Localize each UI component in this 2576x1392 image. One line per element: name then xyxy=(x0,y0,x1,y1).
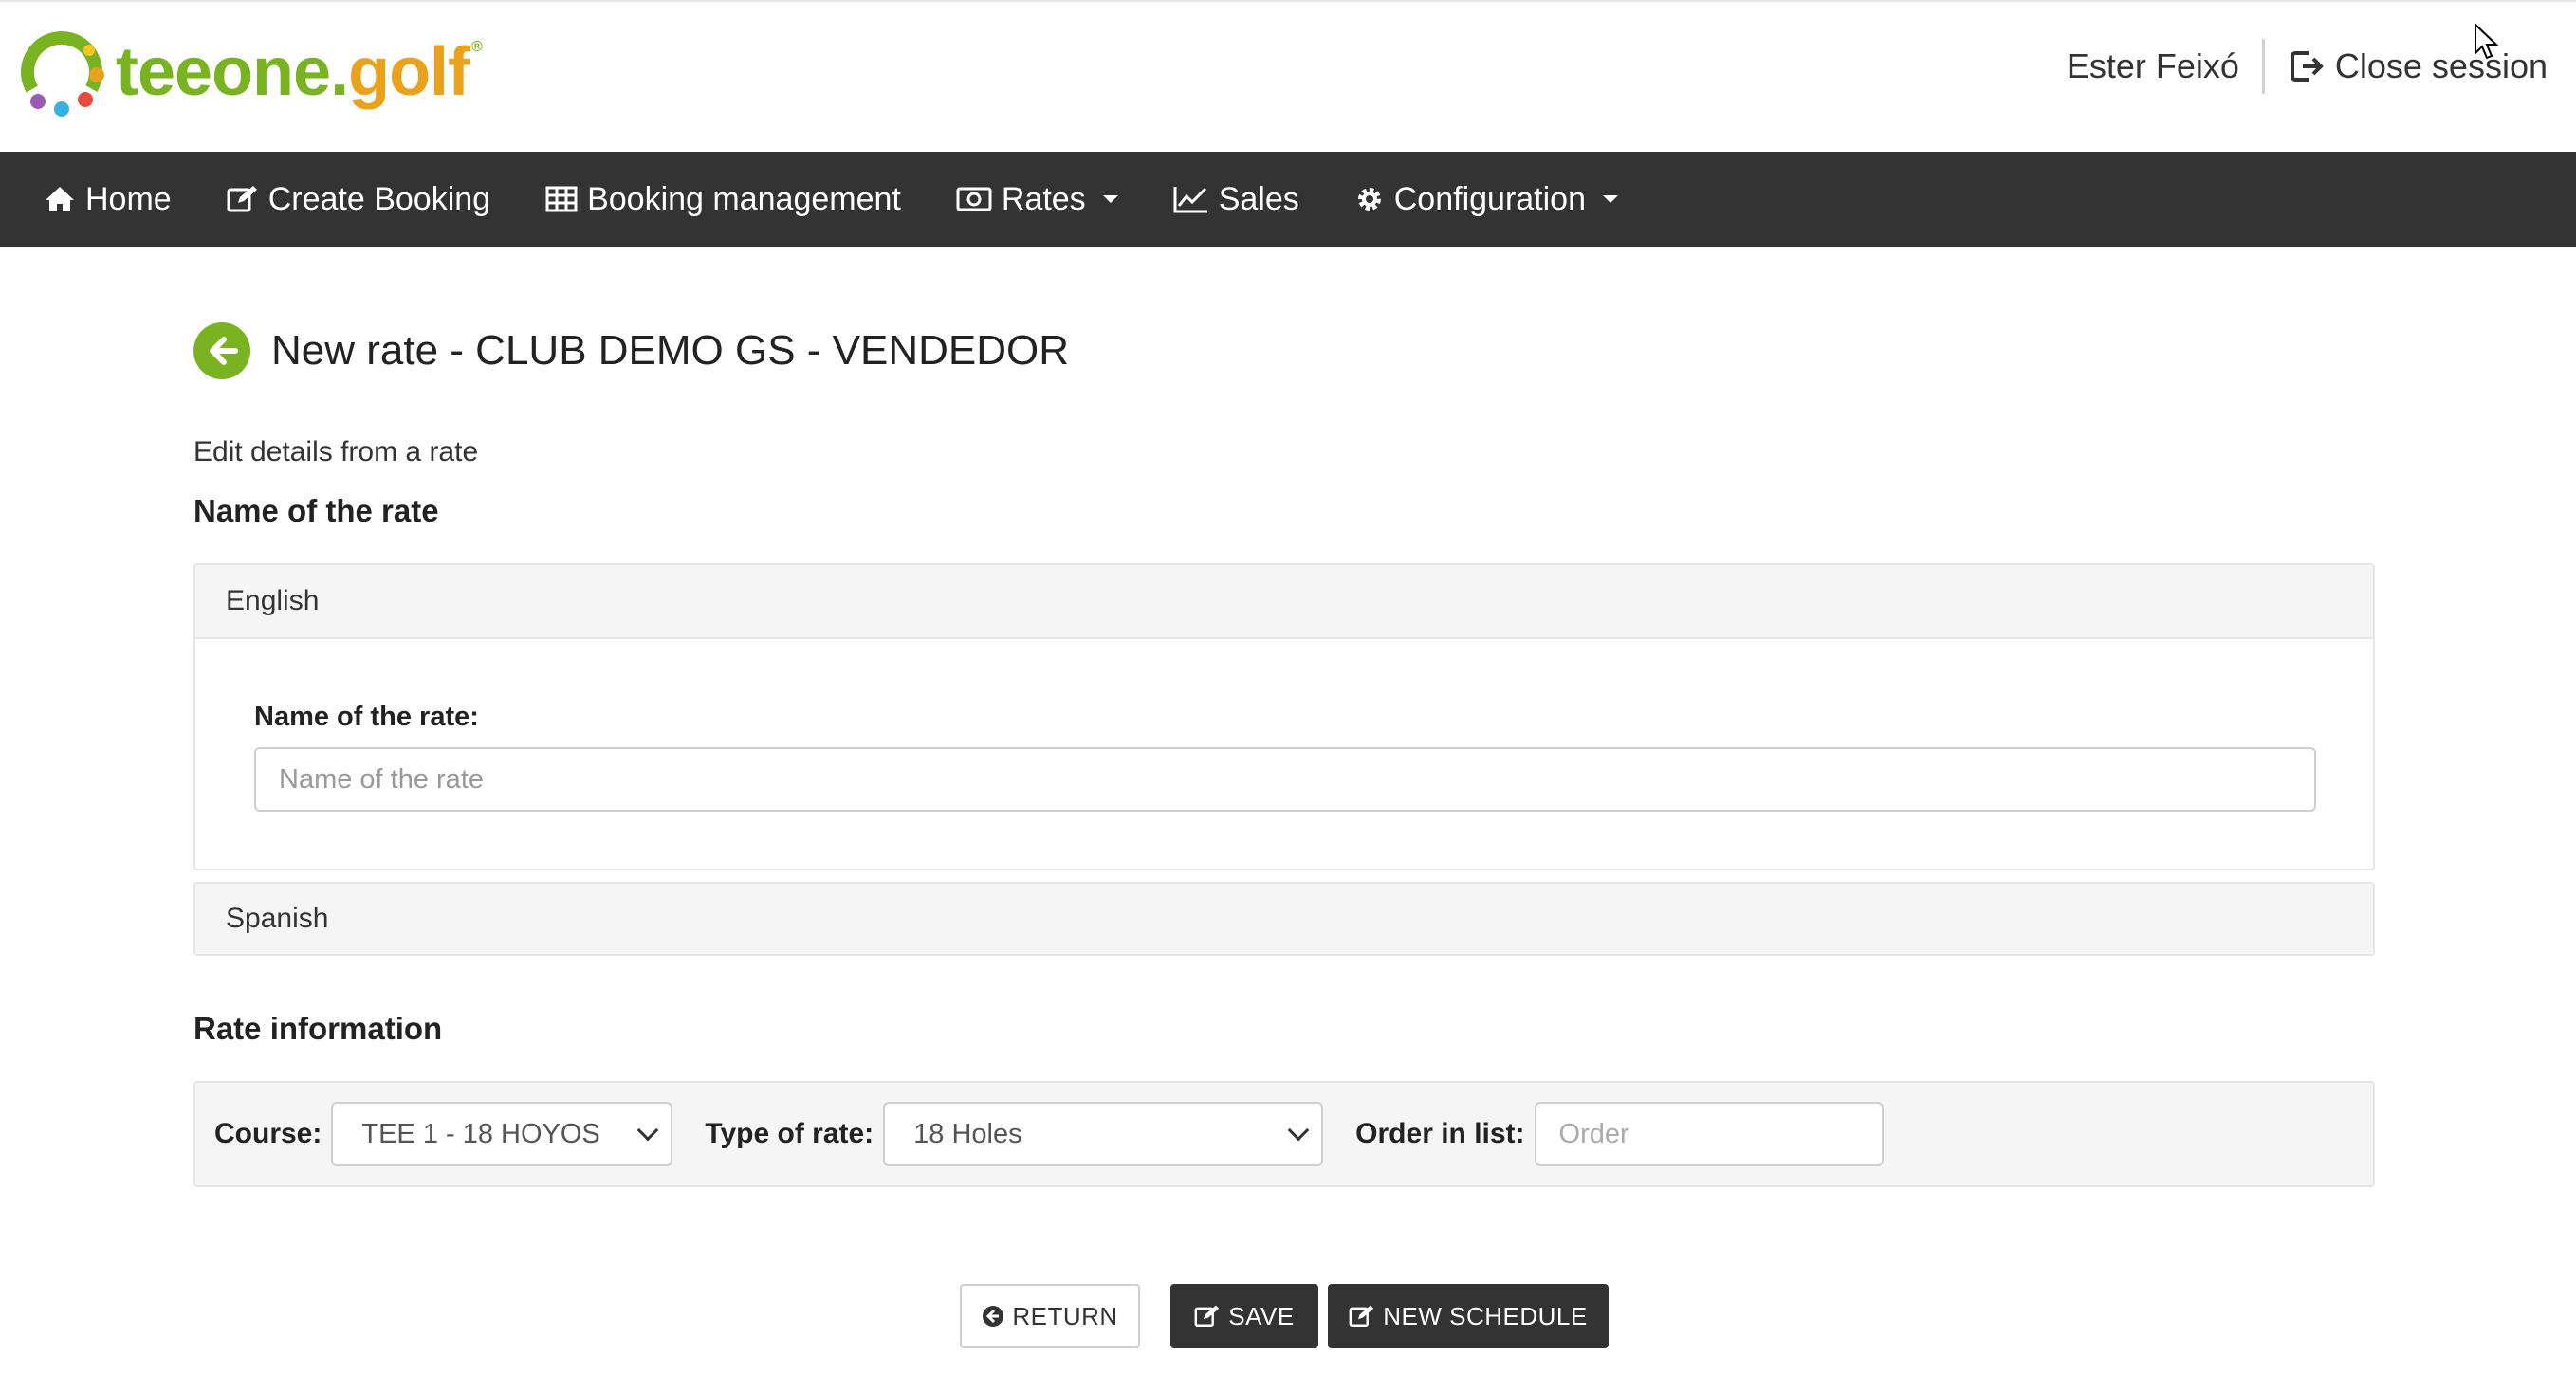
nav-rates[interactable]: Rates xyxy=(956,181,1118,218)
type-of-rate-label: Type of rate: xyxy=(705,1118,874,1149)
page-subtitle: Edit details from a rate xyxy=(193,436,479,467)
rate-name-input[interactable]: Name of the rate xyxy=(254,747,2316,812)
line-chart-icon xyxy=(1173,187,1207,213)
save-button[interactable]: SAVE xyxy=(1170,1284,1318,1348)
type-of-rate-select[interactable]: 18 Holes xyxy=(883,1102,1324,1166)
money-icon xyxy=(956,187,992,211)
gear-icon xyxy=(1357,188,1381,211)
close-session-link[interactable]: Close session xyxy=(2288,46,2548,86)
teeone-logo[interactable]: teeone.golf ® xyxy=(17,25,483,119)
logo-ring-icon xyxy=(21,31,104,117)
page-title-row: New rate - CLUB DEMO GS - VENDEDOR xyxy=(193,322,1069,379)
nav-sales[interactable]: Sales xyxy=(1173,181,1299,218)
nav-home[interactable]: Home xyxy=(44,181,172,218)
arrow-left-icon xyxy=(210,337,238,365)
header-divider xyxy=(2261,39,2265,94)
top-header: teeone.golf ® Ester Feixó Close session xyxy=(0,0,2576,152)
arrow-circle-left-icon xyxy=(983,1306,1004,1327)
english-panel-heading[interactable]: English xyxy=(195,565,2373,639)
back-button[interactable] xyxy=(193,322,250,379)
chevron-down-icon xyxy=(1603,195,1618,203)
rate-info-title: Rate information xyxy=(193,1011,443,1046)
order-input[interactable]: Order xyxy=(1534,1102,1884,1166)
table-icon xyxy=(545,186,578,212)
edit-icon xyxy=(1349,1305,1374,1327)
logo-wordmark: teeone.golf ® xyxy=(116,34,483,110)
spanish-panel: Spanish xyxy=(193,882,2375,956)
edit-icon xyxy=(227,186,257,212)
sign-out-icon xyxy=(2290,51,2324,82)
page-title: New rate - CLUB DEMO GS - VENDEDOR xyxy=(271,327,1070,374)
rate-info-panel: Course: TEE 1 - 18 HOYOS Type of rate: 1… xyxy=(193,1081,2375,1187)
home-icon xyxy=(46,187,74,211)
name-section-title: Name of the rate xyxy=(193,493,439,528)
course-label: Course: xyxy=(214,1118,322,1149)
edit-icon xyxy=(1194,1305,1220,1327)
action-buttons: RETURN SAVE NEW SCHEDULE xyxy=(960,1284,1609,1348)
order-in-list-label: Order in list: xyxy=(1355,1118,1525,1149)
chevron-down-icon xyxy=(1102,195,1118,203)
new-schedule-button[interactable]: NEW SCHEDULE xyxy=(1328,1284,1609,1348)
main-navbar: Home Create Booking Booking management R… xyxy=(0,152,2576,247)
rate-name-label: Name of the rate: xyxy=(254,702,479,732)
course-select[interactable]: TEE 1 - 18 HOYOS xyxy=(331,1102,673,1166)
spanish-panel-heading[interactable]: Spanish xyxy=(195,884,2373,954)
return-button[interactable]: RETURN xyxy=(960,1284,1140,1348)
chevron-down-icon xyxy=(637,1119,659,1142)
chevron-down-icon xyxy=(1287,1119,1310,1142)
nav-configuration[interactable]: Configuration xyxy=(1354,181,1618,218)
user-name[interactable]: Ester Feixó xyxy=(2067,46,2262,86)
close-session-label: Close session xyxy=(2334,46,2548,85)
english-panel: English Name of the rate: Name of the ra… xyxy=(193,563,2375,870)
mouse-cursor-icon xyxy=(2475,23,2499,60)
nav-create-booking[interactable]: Create Booking xyxy=(227,181,490,218)
nav-booking-management[interactable]: Booking management xyxy=(545,181,901,218)
